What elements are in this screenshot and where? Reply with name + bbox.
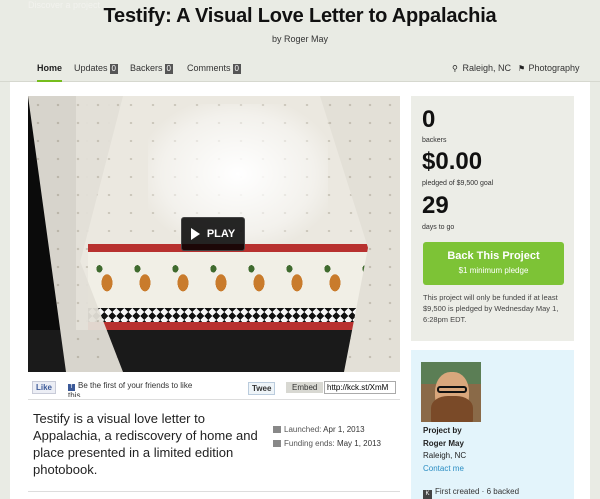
project-dates: Launched: Apr 1, 2013 Funding ends: May …: [273, 423, 381, 451]
location-pin-icon: ⚲: [452, 64, 458, 73]
divider: [28, 491, 400, 492]
creator-history-text: First created · 6 backed: [435, 487, 520, 496]
tab-comments-label: Comments: [187, 63, 231, 73]
facebook-like-text: f Be the first of your friends to like th…: [68, 381, 208, 397]
category-label: Photography: [528, 63, 580, 73]
ends-row: Funding ends: May 1, 2013: [273, 437, 381, 451]
project-blurb: Testify is a visual love letter to Appal…: [33, 411, 258, 477]
project-title: Testify: A Visual Love Letter to Appalac…: [103, 5, 497, 27]
funding-stats: 0 backers $0.00 pledged of $9,500 goal 2…: [411, 96, 574, 341]
back-this-project-button[interactable]: Back This Project $1 minimum pledge: [423, 242, 564, 285]
tab-comments-count: 0: [232, 64, 241, 74]
short-url-field[interactable]: [324, 381, 396, 394]
tag-icon: ⚑: [518, 64, 526, 73]
tab-backers[interactable]: Backers 0: [130, 63, 173, 82]
funding-note: This project will only be funded if at l…: [423, 293, 559, 324]
contact-me-link[interactable]: Contact me: [423, 464, 464, 473]
project-by-label: Project by: [423, 426, 462, 435]
back-button-sublabel: $1 minimum pledge: [458, 266, 529, 275]
facebook-icon: f: [68, 384, 75, 391]
tab-updates-label: Updates: [74, 63, 108, 73]
play-label: PLAY: [206, 228, 236, 240]
back-button-label: Back This Project: [447, 250, 540, 262]
tab-comments[interactable]: Comments 0: [187, 63, 241, 82]
tab-home-label: Home: [37, 63, 63, 73]
tab-backers-count: 0: [164, 64, 173, 74]
avatar-beard: [431, 396, 473, 422]
days-label: days to go: [422, 224, 455, 231]
avatar[interactable]: [421, 362, 481, 422]
ends-label: Funding ends:: [284, 439, 335, 448]
location-label: Raleigh, NC: [462, 63, 512, 73]
play-icon: [190, 228, 200, 240]
embed-button[interactable]: Embed: [286, 382, 324, 393]
tab-home[interactable]: Home: [37, 63, 63, 82]
days-count: 29: [422, 192, 449, 219]
backers-label: backers: [422, 137, 447, 144]
project-byline[interactable]: by Roger May: [0, 34, 600, 44]
creator-box: Project by Roger May Raleigh, NC Contact…: [411, 350, 574, 499]
launched-value: Apr 1, 2013: [323, 425, 365, 434]
video-frame-band-lower: [88, 322, 375, 330]
video-frame-roosters: [88, 252, 375, 308]
calendar-icon: [273, 440, 281, 447]
calendar-icon: [273, 426, 281, 433]
backers-count: 0: [422, 106, 436, 133]
creator-name[interactable]: Roger May: [423, 439, 464, 448]
tab-updates-count: 0: [109, 64, 118, 74]
facebook-like-button[interactable]: Like: [32, 381, 57, 394]
pledged-label: pledged of $9,500 goal: [422, 180, 494, 187]
facebook-like-caption: Be the first of your friends to like thi…: [68, 381, 193, 397]
video-frame-checker: [88, 308, 375, 322]
project-subnav: Home Updates 0 Backers 0 Comments 0 ⚲ Ralei…: [0, 60, 600, 82]
tweet-button[interactable]: Twee: [248, 382, 276, 395]
category-link[interactable]: ⚑ Photography: [518, 63, 580, 73]
project-header: Testify: A Visual Love Letter to Appalac…: [0, 5, 600, 44]
creator-location: Raleigh, NC: [423, 451, 467, 460]
tab-updates[interactable]: Updates 0: [74, 63, 118, 82]
avatar-glasses: [437, 386, 467, 393]
ends-value: May 1, 2013: [336, 439, 381, 448]
location-link[interactable]: ⚲ Raleigh, NC: [452, 63, 511, 73]
kickstarter-icon: K: [423, 490, 432, 499]
launched-label: Launched:: [284, 425, 322, 434]
creator-history: K First created · 6 backed: [423, 487, 519, 499]
tab-backers-label: Backers: [130, 63, 163, 73]
share-bar: Like f Be the first of your friends to li…: [28, 378, 400, 400]
play-button[interactable]: PLAY: [181, 217, 245, 251]
launched-row: Launched: Apr 1, 2013: [273, 423, 381, 437]
pledged-amount: $0.00: [422, 148, 483, 175]
